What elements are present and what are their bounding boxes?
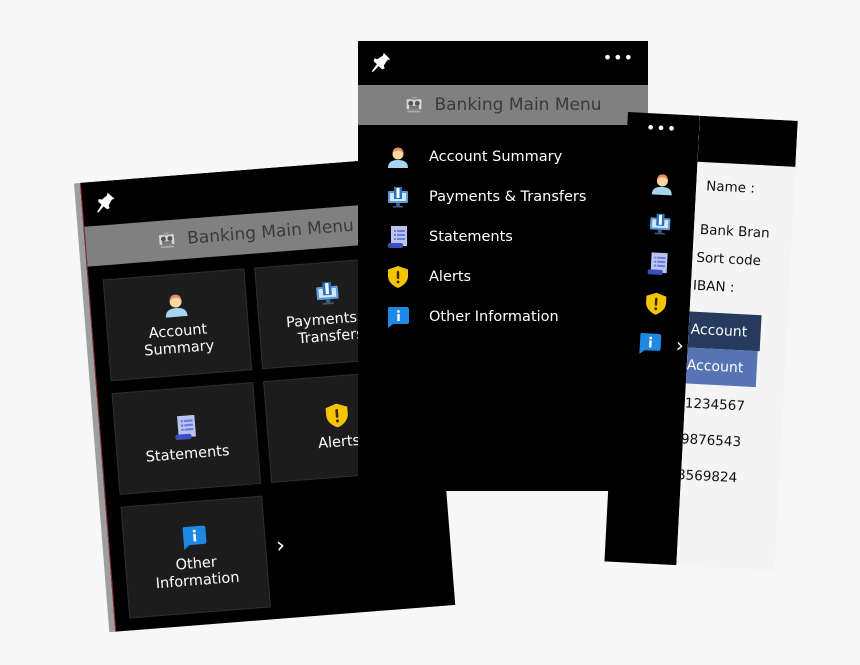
menu-item-other-information[interactable]: Other Information <box>358 297 648 337</box>
alert-shield-icon[interactable] <box>643 291 668 316</box>
statement-icon <box>171 413 199 441</box>
list-menu-screen: ••• Banking Main Menu Account Summary Pa… <box>358 41 648 491</box>
menu-item-label: Statements <box>429 229 513 245</box>
table-subheader-account[interactable]: Account <box>679 347 758 388</box>
menu-item-label: Alerts <box>429 269 472 285</box>
bank-crest-icon <box>157 231 178 251</box>
main-menu-list: Account Summary Payments & Transfers Sta… <box>358 137 648 337</box>
menu-item-statements[interactable]: Statements <box>358 217 648 257</box>
statement-icon <box>386 225 410 249</box>
bank-crest-icon <box>404 96 424 114</box>
tile-account-summary[interactable]: Account Summary <box>102 268 253 382</box>
table-header-account[interactable]: Account <box>681 311 762 352</box>
statement-icon[interactable] <box>645 251 670 276</box>
user-icon <box>162 291 190 319</box>
sort-code-label: Sort code <box>696 249 762 270</box>
title-bar: Banking Main Menu <box>358 85 648 125</box>
chevron-right-icon[interactable]: › <box>275 533 286 559</box>
tile-label: Alerts <box>317 432 361 452</box>
account-summary-screen: ••• › Name : Bank Bran Sort code IBAN : … <box>604 112 798 571</box>
table-row[interactable]: 9876543 <box>681 431 742 450</box>
tile-other-information[interactable]: Other Information › <box>120 495 286 619</box>
more-icon[interactable]: ••• <box>645 118 677 139</box>
pin-icon[interactable] <box>94 190 118 214</box>
pin-icon[interactable] <box>370 51 392 73</box>
tile-label: Information <box>155 569 241 593</box>
menu-item-label: Other Information <box>429 309 559 325</box>
info-icon <box>180 523 208 551</box>
iban-label: IBAN : <box>692 277 735 296</box>
menu-item-label: Payments & Transfers <box>429 189 587 205</box>
payments-icon[interactable] <box>648 211 673 236</box>
top-bar: ••• <box>358 41 648 85</box>
alert-shield-icon <box>386 265 410 289</box>
page-title: Banking Main Menu <box>434 95 602 115</box>
name-label: Name : <box>705 178 756 197</box>
tile-statements[interactable]: Statements <box>111 382 262 495</box>
content-header <box>697 115 798 167</box>
user-icon <box>386 145 410 169</box>
payments-icon <box>313 279 341 307</box>
table-row[interactable]: 1234567 <box>684 395 745 414</box>
more-icon[interactable]: ••• <box>603 50 634 66</box>
menu-item-account-summary[interactable]: Account Summary <box>358 137 648 177</box>
page-title: Banking Main Menu <box>186 215 355 249</box>
menu-item-label: Account Summary <box>429 149 563 165</box>
bank-branch-label: Bank Bran <box>699 221 771 242</box>
info-icon[interactable] <box>637 331 662 356</box>
alert-shield-icon <box>323 401 351 429</box>
table-row[interactable]: 3569824 <box>677 467 738 486</box>
menu-item-alerts[interactable]: Alerts <box>358 257 648 297</box>
tile-label: Statements <box>145 442 231 466</box>
tile-label: Transfers <box>297 326 365 348</box>
user-icon[interactable] <box>650 171 675 196</box>
chevron-right-icon[interactable]: › <box>675 333 684 357</box>
info-icon <box>386 305 410 329</box>
payments-icon <box>386 185 410 209</box>
menu-item-payments-transfers[interactable]: Payments & Transfers <box>358 177 648 217</box>
